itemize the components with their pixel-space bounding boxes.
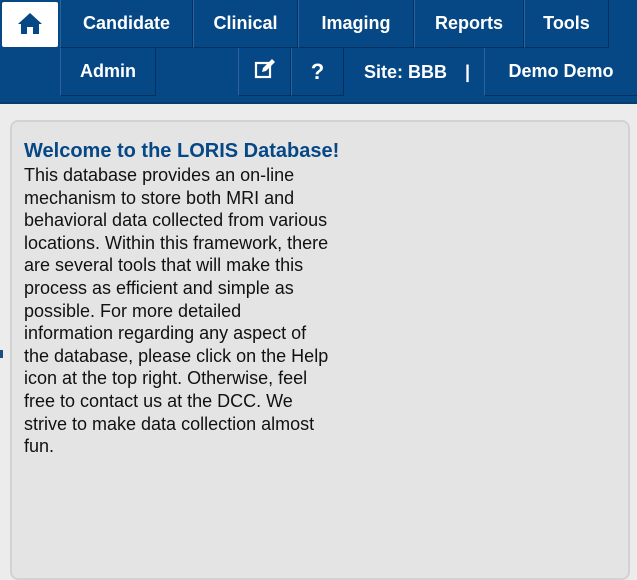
menu-tools[interactable]: Tools <box>524 0 609 48</box>
menu-candidate[interactable]: Candidate <box>60 0 193 48</box>
edit-icon <box>254 58 276 85</box>
help-icon: ? <box>310 58 325 84</box>
site-text: Site: BBB <box>364 61 448 82</box>
home-icon <box>17 11 43 39</box>
edit-button[interactable] <box>238 48 291 96</box>
page-edge-marker <box>0 350 3 358</box>
site-label: Site: BBB <box>364 48 447 96</box>
separator-text: | <box>465 61 471 82</box>
menu-tools-label: Tools <box>543 13 590 33</box>
top-navbar: Candidate Clinical Imaging Reports Tools… <box>0 0 637 104</box>
help-button[interactable]: ? <box>291 48 344 96</box>
menu-reports[interactable]: Reports <box>414 0 524 48</box>
site-separator: | <box>465 48 470 96</box>
menu-clinical-label: Clinical <box>213 13 278 33</box>
menu-imaging-label: Imaging <box>321 13 391 33</box>
menu-admin[interactable]: Admin <box>60 48 156 96</box>
menu-clinical[interactable]: Clinical <box>193 0 298 48</box>
welcome-title: Welcome to the LORIS Database! <box>24 140 340 162</box>
menu-reports-label: Reports <box>434 13 503 33</box>
menu-candidate-label: Candidate <box>82 13 170 33</box>
home-button[interactable] <box>2 2 58 47</box>
user-menu[interactable]: Demo Demo <box>484 48 637 96</box>
user-name: Demo Demo <box>508 61 614 81</box>
menu-imaging[interactable]: Imaging <box>298 0 414 48</box>
menu-admin-label: Admin <box>80 61 136 81</box>
welcome-text: This database provides an on-line mechan… <box>24 165 329 457</box>
